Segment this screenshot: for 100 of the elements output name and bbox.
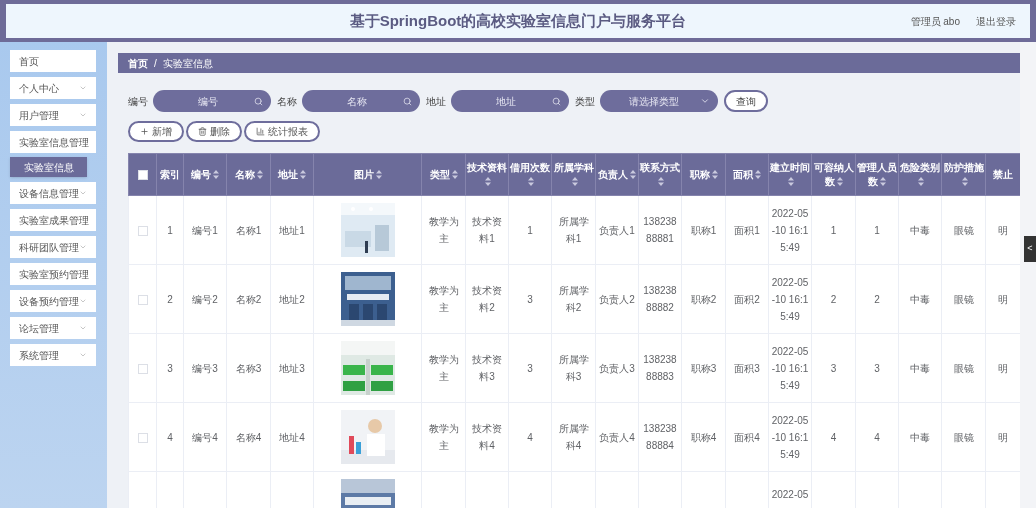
sort-icon[interactable] [528,177,534,187]
table-cell: 所属学科3 [558,354,589,382]
table-cell: 3 [874,362,880,374]
column-header[interactable]: 职称 [681,153,726,196]
menu-item[interactable]: 用户管理 [10,104,96,126]
action-button[interactable]: 删除 [186,121,242,142]
menu-item[interactable]: 实验室成果管理 [10,209,96,231]
checkbox[interactable] [137,225,148,236]
table-cell: 2 [830,293,837,305]
menu-item[interactable]: 设备信息管理 [10,182,96,204]
column-header[interactable]: 管理人员数 [855,153,899,196]
menu-item[interactable]: 系统管理 [10,344,96,366]
table-cell: 职称1 [690,224,717,236]
table-cell: 2 [874,293,880,305]
submenu-item[interactable]: 实验室信息 [10,157,87,177]
user-label: 管理员 abo [910,14,960,29]
breadcrumb-item[interactable]: 实验室信息 [162,55,213,71]
table-cell: 眼镜 [953,224,974,236]
table-cell: 编号2 [192,293,218,305]
menu-item[interactable]: 设备预约管理 [10,290,96,312]
column-header[interactable]: 地址 [270,153,314,196]
sort-icon[interactable] [451,170,458,180]
search-field[interactable]: 编号 [153,90,271,112]
sort-icon[interactable] [836,177,843,187]
table-cell: 技术资料1 [472,216,502,244]
menu-item[interactable]: 实验室预约管理 [10,263,96,285]
menu-item[interactable]: 实验室信息管理 [10,131,96,153]
sort-icon[interactable] [630,170,636,180]
table-cell: 名称2 [235,293,262,305]
table-cell: 2022-05-10 16:15:49 [771,276,809,322]
sort-icon[interactable] [755,170,761,180]
sort-icon[interactable] [711,170,718,180]
table-cell: 3 [527,293,533,305]
menu-item[interactable]: 首页 [10,50,96,72]
column-header[interactable]: 图片 [313,153,422,196]
table-cell: 明 [998,431,1008,443]
search-field[interactable]: 地址 [451,90,569,112]
logout-link[interactable]: 退出登录 [976,13,1016,29]
table-cell: 面积4 [734,431,760,443]
sort-icon[interactable] [375,170,382,180]
table-cell: 4 [830,431,837,443]
action-button[interactable]: 统计报表 [244,121,320,142]
sort-icon[interactable] [918,177,924,187]
column-header[interactable]: 联系方式 [638,153,682,196]
checkbox[interactable] [137,294,148,305]
column-header[interactable]: 名称 [226,153,271,196]
sort-icon[interactable] [658,177,664,187]
table-cell: 面积2 [734,293,760,305]
menu-item[interactable]: 科研团队管理 [10,236,96,258]
column-header[interactable]: 借用次数 [508,153,552,196]
search-icon [254,96,263,106]
table-cell: 2022-05-10 16:15:49 [771,414,809,460]
menu-item[interactable]: 个人中心 [10,77,96,99]
table-cell: 明 [998,362,1008,374]
column-header[interactable]: 可容纳人数 [811,153,856,196]
table-cell: 负责人1 [599,224,635,236]
plus-icon [140,127,149,136]
sort-icon[interactable] [213,170,219,180]
column-header[interactable]: 防护措施 [941,153,986,196]
table-cell: 中毒 [910,293,930,305]
table-cell: 所属学科4 [558,423,589,451]
search-icon [552,96,561,106]
table-cell: 技术资料2 [472,285,502,313]
type-select[interactable]: 请选择类型 [600,90,718,112]
table-cell: 职称3 [690,362,717,374]
table-cell: 4 [874,431,880,443]
menu-item[interactable]: 论坛管理 [10,317,96,339]
column-header[interactable]: 所属学科 [551,153,596,196]
sort-icon[interactable] [788,177,794,187]
sort-icon[interactable] [880,177,886,187]
action-button[interactable]: 新增 [128,121,184,142]
column-header[interactable]: 危险类别 [898,153,942,196]
column-header[interactable]: 建立时间 [768,153,812,196]
table-cell: 面积1 [734,224,760,236]
checkbox[interactable] [137,363,148,374]
table-cell: 教学为主 [428,216,459,244]
column-header[interactable]: 类型 [421,153,466,196]
checkbox[interactable] [137,432,148,443]
checkbox[interactable] [137,170,148,181]
collapse-tab[interactable]: < [1024,236,1036,262]
sort-icon[interactable] [300,170,306,180]
breadcrumb-item[interactable]: 首页 [128,55,148,71]
table-cell: 负责人2 [599,293,635,305]
column-header[interactable]: 编号 [183,153,227,196]
table-cell: 地址3 [279,362,305,374]
table-cell: 负责人3 [599,362,635,374]
column-header[interactable]: 负责人 [595,153,639,196]
table-cell: 4 [167,431,173,443]
query-button[interactable]: 查询 [724,90,768,112]
column-header[interactable]: 面积 [725,153,769,196]
sort-icon[interactable] [256,170,263,180]
sort-icon[interactable] [961,177,968,187]
sort-icon[interactable] [571,177,578,187]
sort-icon[interactable] [485,177,491,187]
table-cell: 明 [998,293,1008,305]
chevron-icon [79,243,87,251]
table-cell: 职称2 [690,293,717,305]
column-header[interactable]: 技术资料 [465,153,509,196]
search-field[interactable]: 名称 [302,90,420,112]
field-label: 编号 [128,94,148,109]
